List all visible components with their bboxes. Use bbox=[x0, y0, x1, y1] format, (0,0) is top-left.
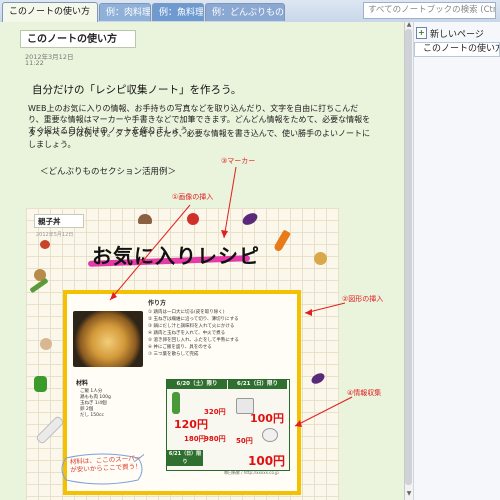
annotation-info: ④情報収集 bbox=[347, 389, 382, 397]
scrollbar-thumb[interactable] bbox=[405, 29, 412, 485]
annotation-image: ①画像の挿入 bbox=[172, 193, 214, 201]
new-page-icon bbox=[416, 25, 427, 40]
annotation-arrows bbox=[109, 166, 353, 427]
new-page-label: 新しいページ bbox=[430, 30, 484, 40]
new-page-button[interactable]: 新しいページ bbox=[416, 25, 498, 42]
page-list-pane bbox=[413, 22, 500, 500]
scroll-up-icon[interactable]: ▲ bbox=[405, 22, 413, 28]
scroll-down-icon[interactable]: ▼ bbox=[405, 490, 413, 498]
annotation-marker: ③マーカー bbox=[221, 157, 256, 165]
annotation-shape: ②図形の挿入 bbox=[342, 295, 384, 303]
page-list-item[interactable]: このノートの使い方 bbox=[414, 42, 500, 57]
